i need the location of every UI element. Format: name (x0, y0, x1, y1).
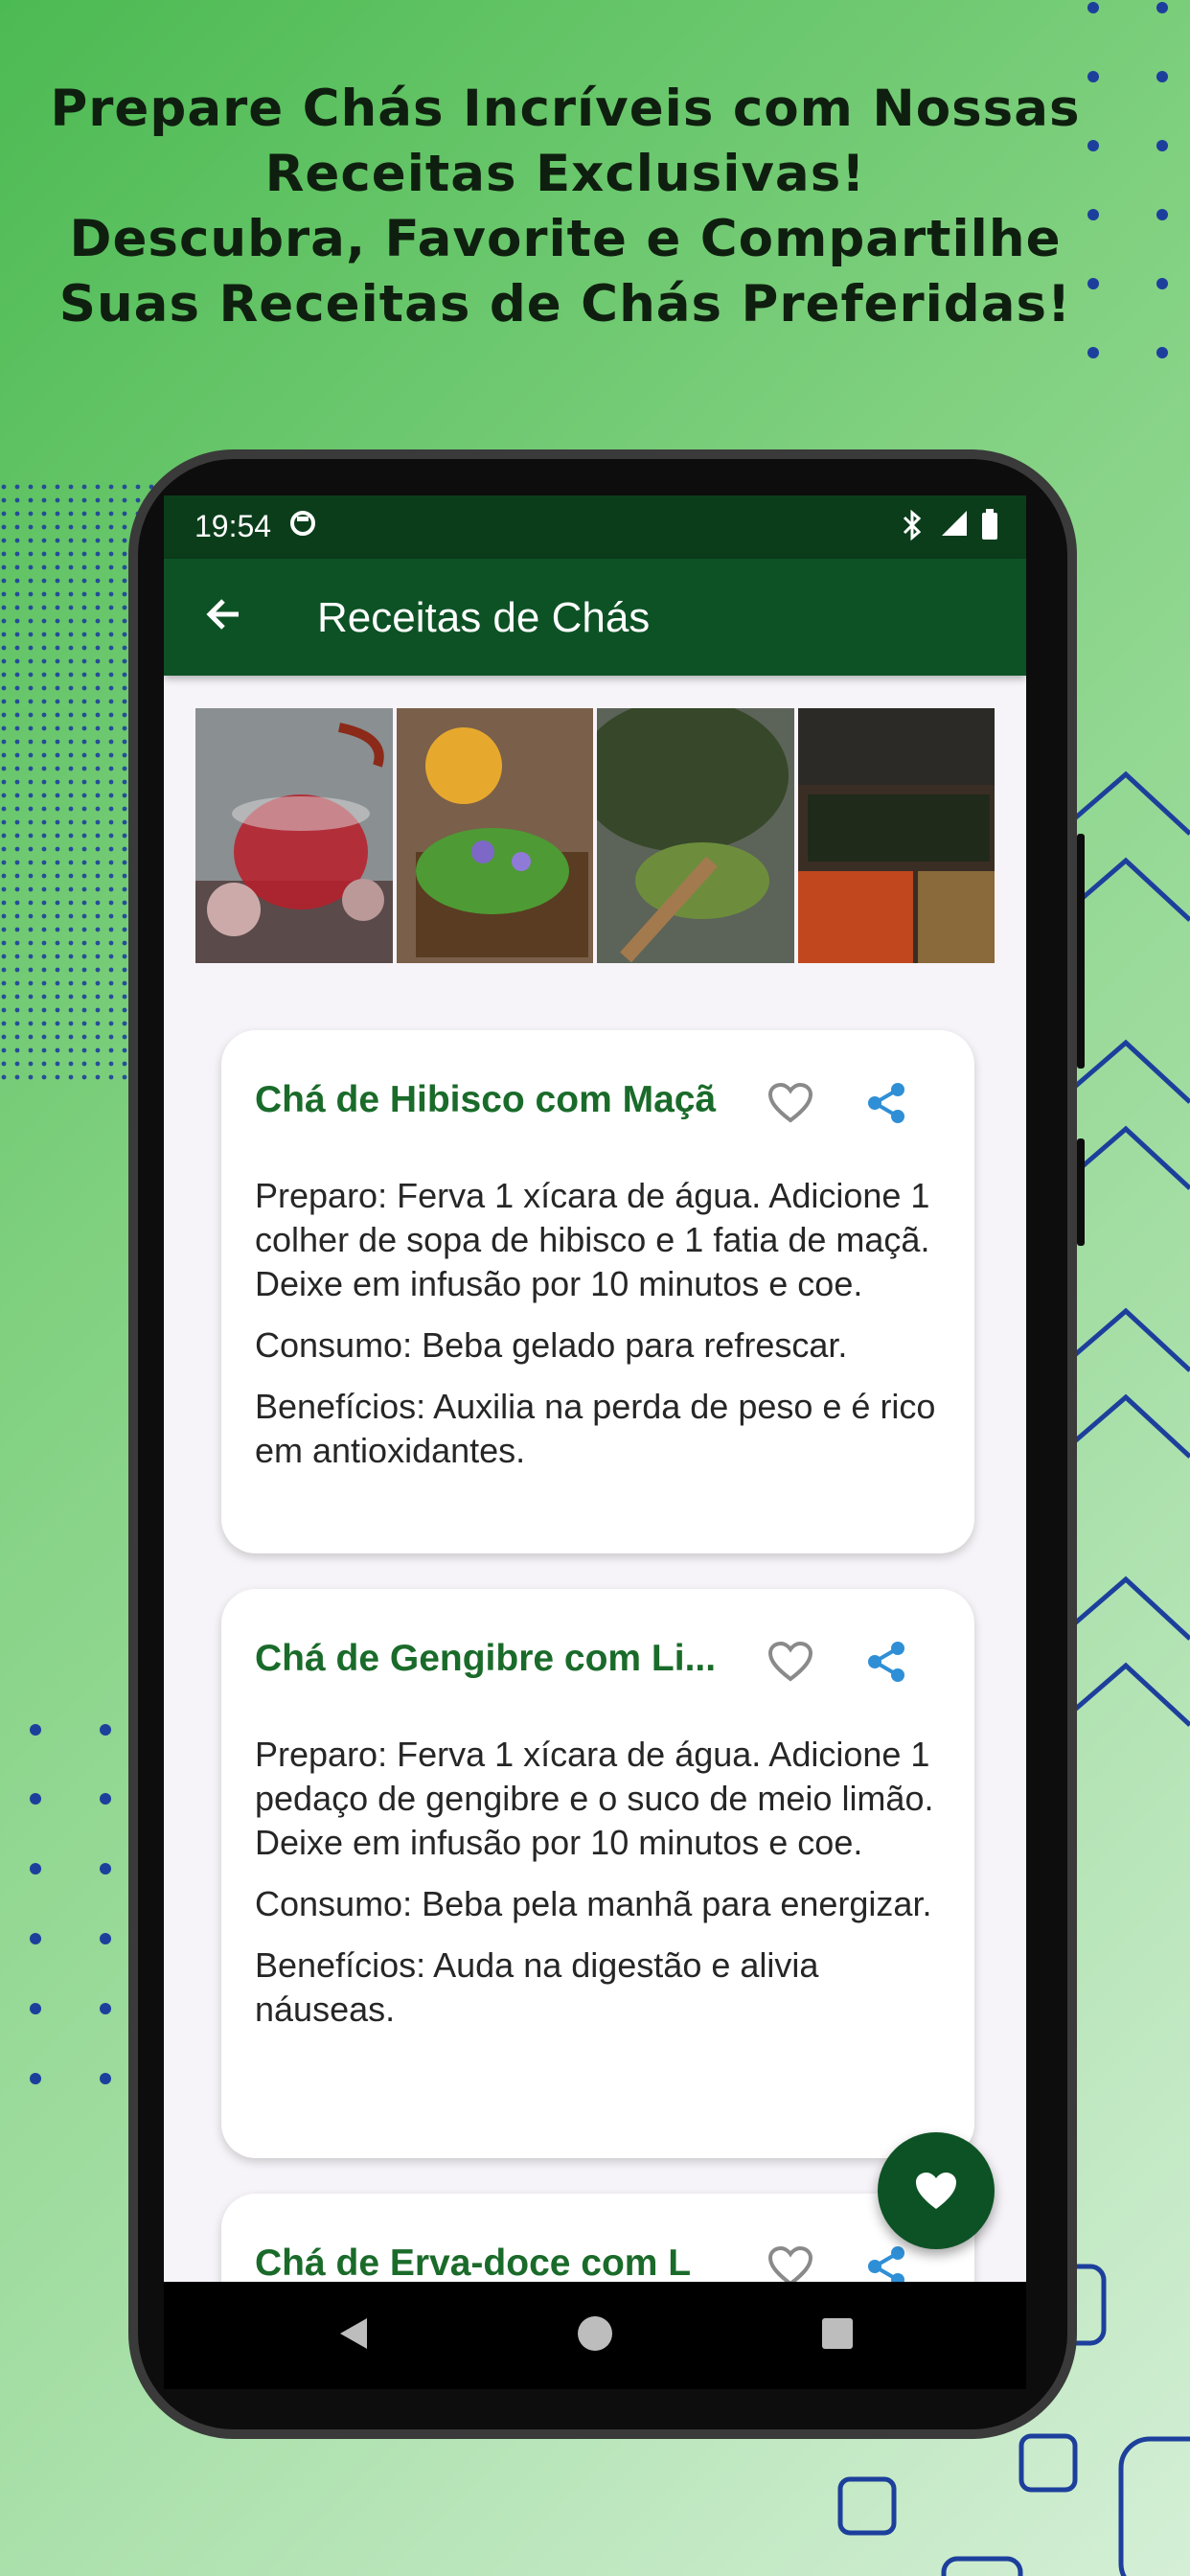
recipe-beneficios: Benefícios: Auxilia na perda de peso e é… (255, 1387, 936, 1470)
recipe-card[interactable]: Chá de Hibisco com Maçã Preparo: Ferva 1… (221, 1030, 974, 1553)
page-title: Receitas de Chás (317, 594, 651, 641)
tea-image-banner (195, 708, 995, 963)
sync-icon (288, 509, 317, 545)
heart-outline-icon (767, 1641, 813, 1682)
hibiscus-tea-image (195, 708, 393, 963)
share-button[interactable] (863, 2243, 909, 2282)
recipe-card[interactable]: Chá de Gengibre com Li... Preparo: Ferva… (221, 1589, 974, 2158)
triangle-back-icon (340, 2318, 367, 2349)
nav-home-button[interactable] (576, 2314, 614, 2358)
green-tea-leaves-image (597, 708, 794, 963)
favorite-button[interactable] (767, 2245, 813, 2282)
battery-icon (980, 509, 999, 549)
system-nav-bar (164, 2282, 1026, 2389)
favorite-button[interactable] (767, 1082, 813, 1124)
nav-back-button[interactable] (334, 2314, 373, 2358)
favorite-button[interactable] (767, 1641, 813, 1683)
recipe-card[interactable]: Chá de Erva-doce com L (221, 2194, 974, 2282)
app-bar: Receitas de Chás (164, 559, 1026, 676)
status-time: 19:54 (195, 509, 272, 543)
square-recents-icon (822, 2318, 853, 2349)
dry-tea-boxes-image (797, 708, 995, 963)
status-bar: 19:54 (164, 495, 1026, 559)
recipe-title: Chá de Hibisco com Maçã (255, 1079, 717, 1120)
circle-home-icon (578, 2316, 612, 2351)
bluetooth-icon (900, 509, 925, 549)
recipe-beneficios: Benefícios: Auda na digestão e alivia ná… (255, 1945, 819, 2029)
heart-outline-icon (767, 2245, 813, 2282)
recipe-preparo: Preparo: Ferva 1 xícara de água. Adicion… (255, 1735, 934, 1862)
signal-icon (940, 509, 969, 545)
back-button[interactable] (200, 586, 246, 650)
recipe-preparo: Preparo: Ferva 1 xícara de água. Adicion… (255, 1176, 930, 1303)
app-screen: 19:54 Receitas de Chás Chá de Hibisco co… (164, 495, 1026, 2282)
recipe-title: Chá de Erva-doce com L (255, 2242, 692, 2282)
favorites-fab[interactable] (878, 2132, 995, 2249)
share-icon (868, 2246, 904, 2282)
heart-outline-icon (767, 1082, 813, 1123)
recipe-consumo: Consumo: Beba pela manhã para energizar. (255, 1884, 932, 1923)
phone-side-button (1077, 834, 1085, 1069)
heart-filled-icon (916, 2173, 956, 2209)
arrow-left-icon (206, 599, 239, 630)
share-icon (868, 1083, 904, 1123)
share-button[interactable] (863, 1639, 909, 1685)
recipe-body: Preparo: Ferva 1 xícara de água. Adicion… (255, 1733, 941, 2049)
herbal-tea-image (396, 708, 593, 963)
recipe-body: Preparo: Ferva 1 xícara de água. Adicion… (255, 1174, 941, 1490)
share-button[interactable] (863, 1080, 909, 1126)
nav-recents-button[interactable] (820, 2316, 855, 2356)
recipe-consumo: Consumo: Beba gelado para refrescar. (255, 1325, 848, 1365)
share-icon (868, 1642, 904, 1682)
recipe-title: Chá de Gengibre com Li... (255, 1638, 717, 1679)
phone-side-button (1077, 1138, 1085, 1246)
